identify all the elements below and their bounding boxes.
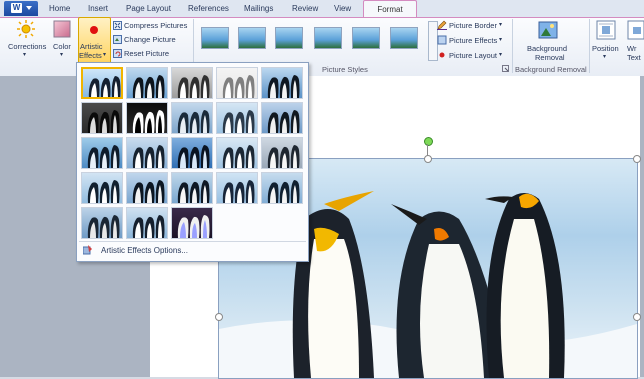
artistic-effect-7[interactable]	[126, 102, 168, 134]
artistic-effect-19[interactable]	[216, 172, 258, 204]
artistic-effect-21[interactable]	[81, 207, 123, 239]
artistic-effect-2[interactable]	[126, 67, 168, 99]
background-removal-label-1[interactable]: Background	[527, 44, 567, 53]
chevron-down-icon: ▾	[499, 52, 503, 58]
group-separator	[589, 19, 590, 73]
picture-style-6[interactable]	[390, 27, 418, 49]
change-picture-button[interactable]: Change Picture	[124, 35, 176, 44]
artistic-effect-12[interactable]	[126, 137, 168, 169]
reset-picture-icon[interactable]	[113, 49, 122, 60]
background-removal-label-2[interactable]: Removal	[535, 53, 565, 62]
tab-insert[interactable]: Insert	[88, 4, 108, 13]
artistic-effects-label-1: Artistic	[80, 42, 103, 51]
chevron-down-icon: ▾	[499, 22, 503, 28]
options-icon	[82, 245, 93, 255]
picture-style-4[interactable]	[314, 27, 342, 49]
picture-style-5[interactable]	[352, 27, 380, 49]
tab-page-layout[interactable]: Page Layout	[126, 4, 171, 13]
wrap-text-label-2[interactable]: Text	[627, 53, 641, 62]
artistic-effect-15[interactable]	[261, 137, 303, 169]
tab-view[interactable]: View	[334, 4, 351, 13]
picture-styles-group-label: Picture Styles	[322, 65, 368, 74]
word-logo-icon: W	[11, 3, 22, 13]
ribbon-tab-bar: W Home Insert Page Layout References Mai…	[0, 0, 644, 19]
artistic-effect-8[interactable]	[171, 102, 213, 134]
wrap-text-label-1[interactable]: Wr	[627, 44, 636, 53]
chevron-down-icon: ▾	[103, 52, 107, 58]
picture-style-3[interactable]	[275, 27, 303, 49]
artistic-effects-options-link[interactable]: Artistic Effects Options...	[101, 246, 188, 255]
picture-effects-button[interactable]: Picture Effects	[449, 36, 497, 45]
tab-mailings[interactable]: Mailings	[244, 4, 273, 13]
resize-handle-left[interactable]	[215, 313, 223, 321]
artistic-effects-gallery: Artistic Effects Options...	[76, 62, 309, 262]
picture-effects-icon	[437, 35, 447, 47]
artistic-effect-3[interactable]	[171, 67, 213, 99]
artistic-effect-18[interactable]	[171, 172, 213, 204]
resize-handle-right[interactable]	[633, 313, 641, 321]
wrap-text-icon[interactable]	[627, 20, 644, 42]
tab-home[interactable]: Home	[49, 4, 70, 13]
background-removal-group-label: Background Removal	[515, 65, 587, 74]
picture-border-button[interactable]: Picture Border	[449, 21, 497, 30]
chevron-down-icon: ▾	[499, 37, 503, 43]
change-picture-icon[interactable]	[113, 35, 122, 46]
artistic-effect-20[interactable]	[261, 172, 303, 204]
resize-handle-top-right[interactable]	[633, 155, 641, 163]
artistic-effect-14[interactable]	[216, 137, 258, 169]
background-removal-icon[interactable]	[537, 20, 559, 44]
artistic-effect-4[interactable]	[216, 67, 258, 99]
artistic-effect-23[interactable]	[171, 207, 213, 239]
dialog-launcher-icon[interactable]	[502, 65, 509, 74]
color-button[interactable]: Color	[53, 42, 71, 51]
artistic-effect-11[interactable]	[81, 137, 123, 169]
artistic-effect-1[interactable]	[81, 67, 123, 99]
gallery-divider	[79, 241, 306, 242]
artistic-effect-16[interactable]	[81, 172, 123, 204]
resize-handle-top[interactable]	[424, 155, 432, 163]
picture-layout-icon	[437, 50, 447, 62]
color-icon[interactable]	[53, 20, 71, 40]
artistic-effect-10[interactable]	[261, 102, 303, 134]
pencil-icon	[437, 20, 447, 32]
position-button[interactable]: Position	[592, 44, 619, 53]
chevron-down-icon: ▾	[60, 52, 64, 58]
chevron-down-icon: ▾	[603, 54, 607, 60]
chevron-down-icon	[26, 6, 32, 10]
position-icon[interactable]	[596, 20, 616, 42]
rotation-handle[interactable]	[424, 137, 433, 146]
corrections-button[interactable]: Corrections	[8, 42, 46, 51]
tab-review[interactable]: Review	[292, 4, 318, 13]
artistic-effect-6[interactable]	[81, 102, 123, 134]
artistic-effects-icon	[89, 25, 99, 37]
artistic-effects-label-2: Effects	[79, 51, 102, 60]
picture-style-1[interactable]	[201, 27, 229, 49]
artistic-effect-17[interactable]	[126, 172, 168, 204]
picture-style-2[interactable]	[238, 27, 266, 49]
file-button[interactable]: W	[4, 1, 38, 16]
tab-references[interactable]: References	[188, 4, 229, 13]
compress-pictures-button[interactable]: Compress Pictures	[124, 21, 187, 30]
reset-picture-button[interactable]: Reset Picture	[124, 49, 169, 58]
artistic-effect-22[interactable]	[126, 207, 168, 239]
artistic-effect-5[interactable]	[261, 67, 303, 99]
artistic-effect-9[interactable]	[216, 102, 258, 134]
artistic-effect-13[interactable]	[171, 137, 213, 169]
picture-layout-button[interactable]: Picture Layout	[449, 51, 497, 60]
chevron-down-icon: ▾	[23, 52, 27, 58]
group-separator	[512, 19, 513, 73]
sun-icon[interactable]	[17, 20, 35, 40]
compress-icon[interactable]	[113, 21, 122, 32]
